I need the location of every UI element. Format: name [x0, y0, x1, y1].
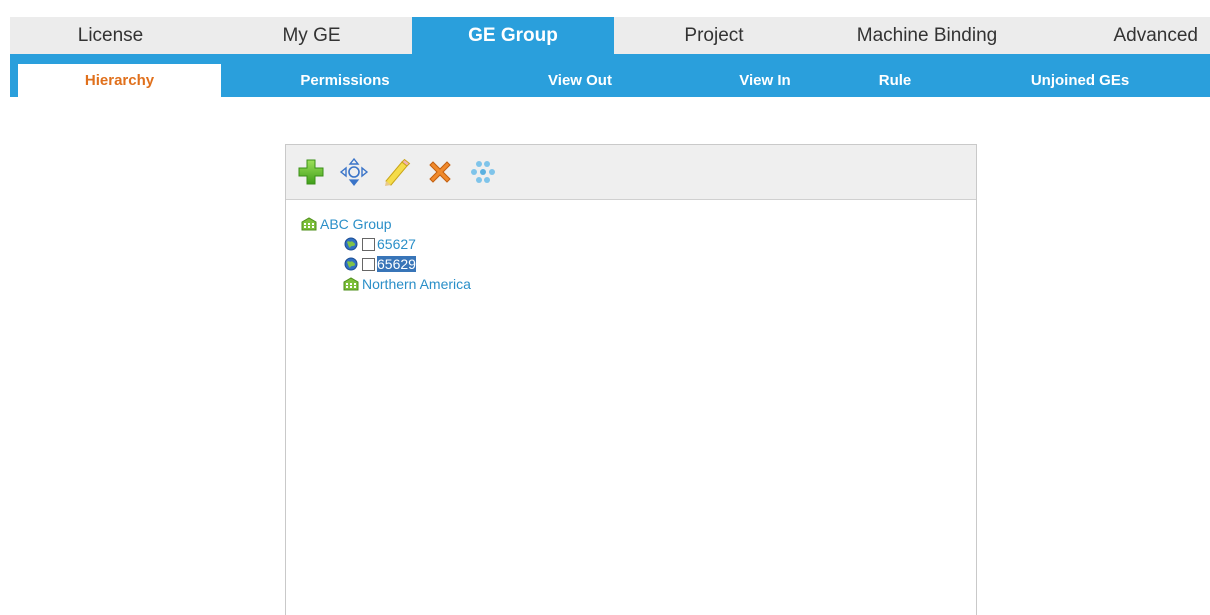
delete-button[interactable] — [423, 155, 457, 189]
move-icon — [339, 157, 369, 186]
subtab-unjoined-ges[interactable]: Unjoined GEs — [995, 64, 1165, 97]
group-tree: ABC Group 65627 65629 Northern America — [286, 200, 976, 294]
tab-advanced[interactable]: Advanced — [1040, 17, 1210, 54]
delete-icon — [429, 161, 451, 183]
tree-node-label[interactable]: 65627 — [377, 236, 416, 252]
ge-checkbox[interactable] — [362, 257, 375, 271]
tree-node-ge[interactable]: 65629 — [300, 254, 976, 274]
ge-checkbox[interactable] — [362, 237, 375, 251]
tab-ge-group[interactable]: GE Group — [412, 17, 614, 54]
sub-tab-bar: Hierarchy Permissions View Out View In R… — [10, 54, 1210, 97]
subtab-hierarchy[interactable]: Hierarchy — [18, 64, 221, 97]
building-icon — [300, 216, 318, 232]
subtab-view-out[interactable]: View Out — [495, 64, 665, 97]
tab-my-ge[interactable]: My GE — [211, 17, 412, 54]
edit-pencil-icon — [385, 158, 411, 186]
tree-node-label-selected[interactable]: 65629 — [377, 256, 416, 272]
tree-node-label[interactable]: ABC Group — [320, 216, 392, 232]
tree-node-root[interactable]: ABC Group — [300, 214, 976, 234]
ge-admin-page: License My GE GE Group Project Machine B… — [0, 0, 1210, 615]
group-button[interactable] — [466, 155, 500, 189]
subtab-permissions[interactable]: Permissions — [260, 64, 430, 97]
globe-icon — [342, 236, 360, 252]
top-tab-bar: License My GE GE Group Project Machine B… — [10, 17, 1210, 54]
add-icon — [298, 159, 324, 185]
subtab-rule[interactable]: Rule — [810, 64, 980, 97]
group-dots-icon — [471, 161, 495, 183]
building-icon — [342, 276, 360, 292]
tree-node-group[interactable]: Northern America — [300, 274, 976, 294]
globe-icon — [342, 256, 360, 272]
tree-node-ge[interactable]: 65627 — [300, 234, 976, 254]
tab-license[interactable]: License — [10, 17, 211, 54]
tab-project[interactable]: Project — [614, 17, 814, 54]
hierarchy-panel: ABC Group 65627 65629 Northern America — [285, 144, 977, 615]
hierarchy-toolbar — [286, 145, 976, 200]
move-button[interactable] — [337, 155, 371, 189]
add-button[interactable] — [294, 155, 328, 189]
tree-node-label[interactable]: Northern America — [362, 276, 471, 292]
tab-machine-binding[interactable]: Machine Binding — [814, 17, 1040, 54]
edit-button[interactable] — [380, 155, 414, 189]
